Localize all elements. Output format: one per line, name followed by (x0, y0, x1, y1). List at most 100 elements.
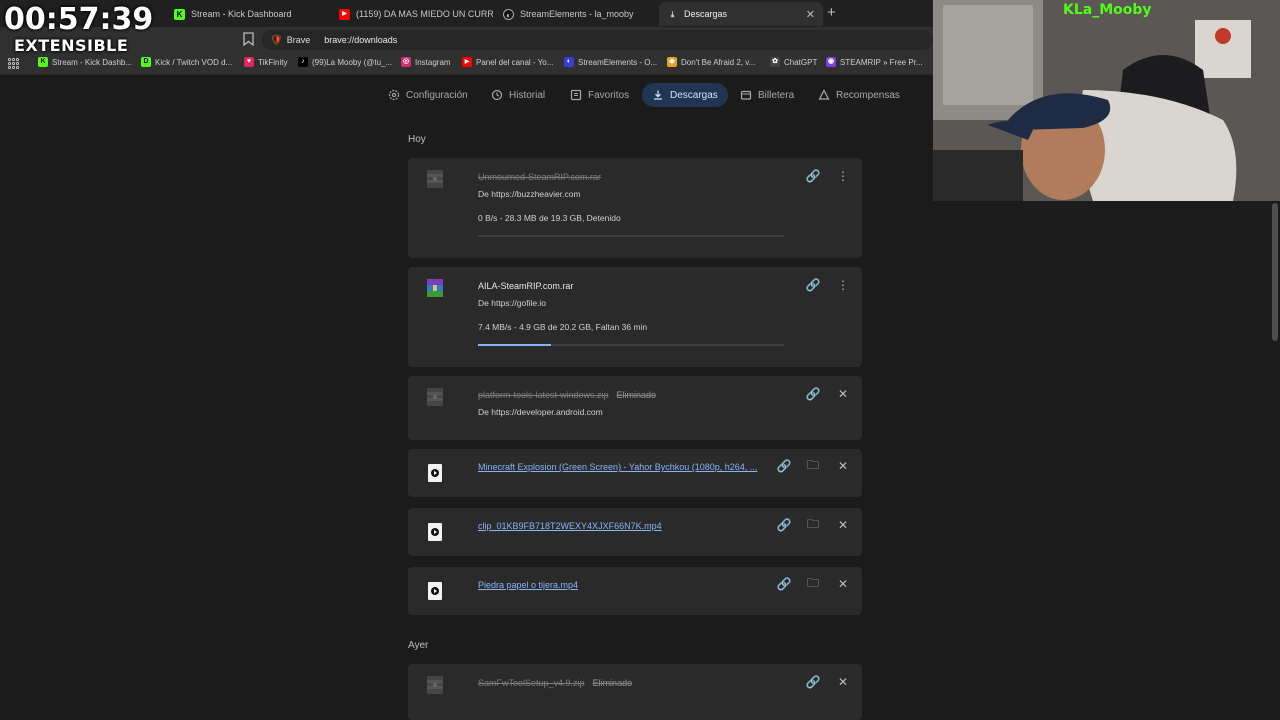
bookmark-item[interactable]: K Stream - Kick Dashb... (38, 57, 132, 67)
bookmark-label: Panel del canal - Yo... (476, 57, 554, 67)
video-file-icon (428, 582, 442, 600)
brave-icon: 🛡 (270, 34, 283, 46)
bookmark-item[interactable]: ◆ Don't Be Afraid 2, v... (667, 57, 755, 67)
download-icon (654, 90, 662, 100)
streamelements-icon: ◐ (564, 57, 574, 67)
file-name-link[interactable]: Piedra papel o tijera.mp4 (478, 580, 578, 590)
url-text[interactable]: brave://downloads (324, 35, 397, 45)
file-name: platform-tools-latest-windows.zip Elimina… (478, 390, 656, 400)
file-name: SamFwToolSetup_v4.9.zip Eliminado (478, 678, 632, 688)
scrollbar[interactable] (1270, 201, 1280, 720)
folder-icon[interactable]: 🗀 (806, 458, 820, 473)
file-source[interactable]: De https://gofile.io (478, 298, 546, 308)
bookmark-item[interactable]: D Kick / Twitch VOD d... (141, 57, 232, 67)
remove-icon[interactable]: ✕ (836, 459, 850, 473)
nav-historial[interactable]: Historial (481, 83, 555, 107)
progress-bar (478, 235, 784, 237)
nav-configuracion[interactable]: Configuración (378, 83, 478, 107)
tab-streamelements[interactable]: ◐ StreamElements - la_mooby (495, 2, 657, 26)
archive-file-icon (427, 676, 443, 694)
archive-file-icon (427, 388, 443, 406)
tab-title: Descargas (684, 9, 728, 19)
download-item: platform-tools-latest-windows.zip Elimina… (408, 376, 862, 440)
tab-youtube[interactable]: ▶ (1159) DA MAS MIEDO UN CURRÍCU (331, 2, 493, 26)
bookmark-item[interactable]: ◉ STEAMRIP » Free Pr... (826, 57, 923, 67)
close-icon[interactable]: ✕ (806, 8, 815, 21)
file-source[interactable]: De https://developer.android.com (478, 407, 603, 417)
progress-fill (478, 344, 552, 346)
game-icon: ◆ (667, 57, 677, 67)
remove-icon[interactable]: ✕ (836, 387, 850, 401)
bookmark-item[interactable]: ♥ TikFinity (244, 57, 287, 67)
tab-descargas[interactable]: ⤓ Descargas ✕ (659, 2, 823, 26)
download-item: AILA-SteamRIP.com.rar De https://gofile.… (408, 267, 862, 367)
bookmark-item[interactable]: ▶ Panel del canal - Yo... (462, 57, 553, 67)
bookmark-label: TikFinity (258, 57, 288, 67)
section-yesterday: Ayer (408, 640, 429, 651)
file-source[interactable]: De https://buzzheavier.com (478, 189, 581, 199)
download-icon: ⤓ (670, 9, 675, 19)
file-name-link[interactable]: Minecraft Explosion (Green Screen) - Yah… (478, 462, 757, 472)
section-today: Hoy (408, 134, 426, 145)
channel-name: KLa_Mooby (1063, 2, 1152, 18)
folder-icon[interactable]: 🗀 (806, 517, 820, 532)
download-item: Unmourned-SteamRIP.com.rar De https://bu… (408, 158, 862, 258)
webcam-overlay: KLa_Mooby (933, 0, 1280, 201)
new-tab-button[interactable]: + (827, 4, 836, 21)
nav-label: Historial (509, 89, 546, 101)
bookmark-label: STEAMRIP » Free Pr... (840, 57, 923, 67)
file-name-link[interactable]: clip_01KB9FB718T2WEXY4XJXF66N7K.mp4 (478, 521, 662, 531)
remove-icon[interactable]: ✕ (836, 577, 850, 591)
video-file-icon (428, 523, 442, 541)
copy-link-icon[interactable]: 🔗 (806, 169, 821, 183)
downloads-nav: Configuración Historial Favoritos Descar… (0, 76, 933, 114)
copy-link-icon[interactable]: 🔗 (777, 577, 792, 591)
nav-favoritos[interactable]: Favoritos (560, 83, 639, 107)
download-status: 7.4 MB/s - 4.9 GB de 20.2 GB, Faltan 36 … (478, 322, 648, 332)
apps-grid-icon[interactable] (8, 58, 19, 69)
channel-label: La_Mooby (1073, 2, 1152, 18)
copy-link-icon[interactable]: 🔗 (777, 518, 792, 532)
nav-billetera[interactable]: Billetera (730, 83, 804, 107)
bookmark-item[interactable]: ◎ Instagram (401, 57, 451, 67)
stream-timer: 00:57:39 (4, 2, 154, 37)
bookmark-item[interactable]: ✿ ChatGPT (770, 57, 817, 67)
file-name-text: SamFwToolSetup_v4.9.zip (478, 678, 585, 688)
bookmark-item[interactable]: ♪ (99)La Mooby (@tu_... (298, 57, 392, 67)
gear-icon (388, 89, 400, 101)
copy-link-icon[interactable]: 🔗 (777, 459, 792, 473)
webcam-feed (933, 0, 1280, 201)
youtube-icon: ▶ (339, 8, 350, 20)
more-menu-icon[interactable]: ⋮ (836, 169, 850, 183)
copy-link-icon[interactable]: 🔗 (806, 675, 821, 689)
scrollbar-thumb[interactable] (1272, 203, 1278, 341)
file-name-text: platform-tools-latest-windows.zip (478, 390, 609, 400)
tab-kick-dashboard[interactable]: K Stream - Kick Dashboard (166, 2, 328, 26)
archive-file-icon (427, 170, 443, 188)
nav-recompensas[interactable]: Recompensas (808, 83, 910, 107)
kick-icon: K (174, 8, 185, 20)
download-item: Piedra papel o tijera.mp4 🔗 🗀 ✕ (408, 567, 862, 615)
remove-icon[interactable]: ✕ (836, 518, 850, 532)
nav-label: Favoritos (588, 89, 630, 101)
folder-icon[interactable]: 🗀 (806, 576, 820, 591)
bookmark-label: Don't Be Afraid 2, v... (681, 57, 756, 67)
bookmark-item[interactable]: ◐ StreamElements - O... (564, 57, 657, 67)
nav-label: Descargas (670, 89, 718, 101)
remove-icon[interactable]: ✕ (836, 675, 850, 689)
bookmark-label: Stream - Kick Dashb... (52, 57, 133, 67)
nav-descargas[interactable]: Descargas (642, 83, 728, 107)
copy-link-icon[interactable]: 🔗 (806, 278, 821, 292)
subathon-label: EXTENSIBLE (14, 36, 129, 55)
tab-title: Stream - Kick Dashboard (191, 9, 292, 19)
copy-link-icon[interactable]: 🔗 (806, 387, 821, 401)
bookmark-label: Kick / Twitch VOD d... (155, 57, 233, 67)
bookmark-icon[interactable] (243, 32, 254, 46)
tab-title: (1159) DA MAS MIEDO UN CURRÍCU (356, 9, 493, 19)
omnibox[interactable]: 🛡 Brave brave://downloads (262, 30, 933, 50)
rewards-icon (818, 89, 830, 100)
history-icon (491, 89, 503, 101)
archive-file-icon (427, 279, 443, 297)
bookmark-label: (99)La Mooby (@tu_... (312, 57, 393, 67)
more-menu-icon[interactable]: ⋮ (836, 278, 850, 292)
